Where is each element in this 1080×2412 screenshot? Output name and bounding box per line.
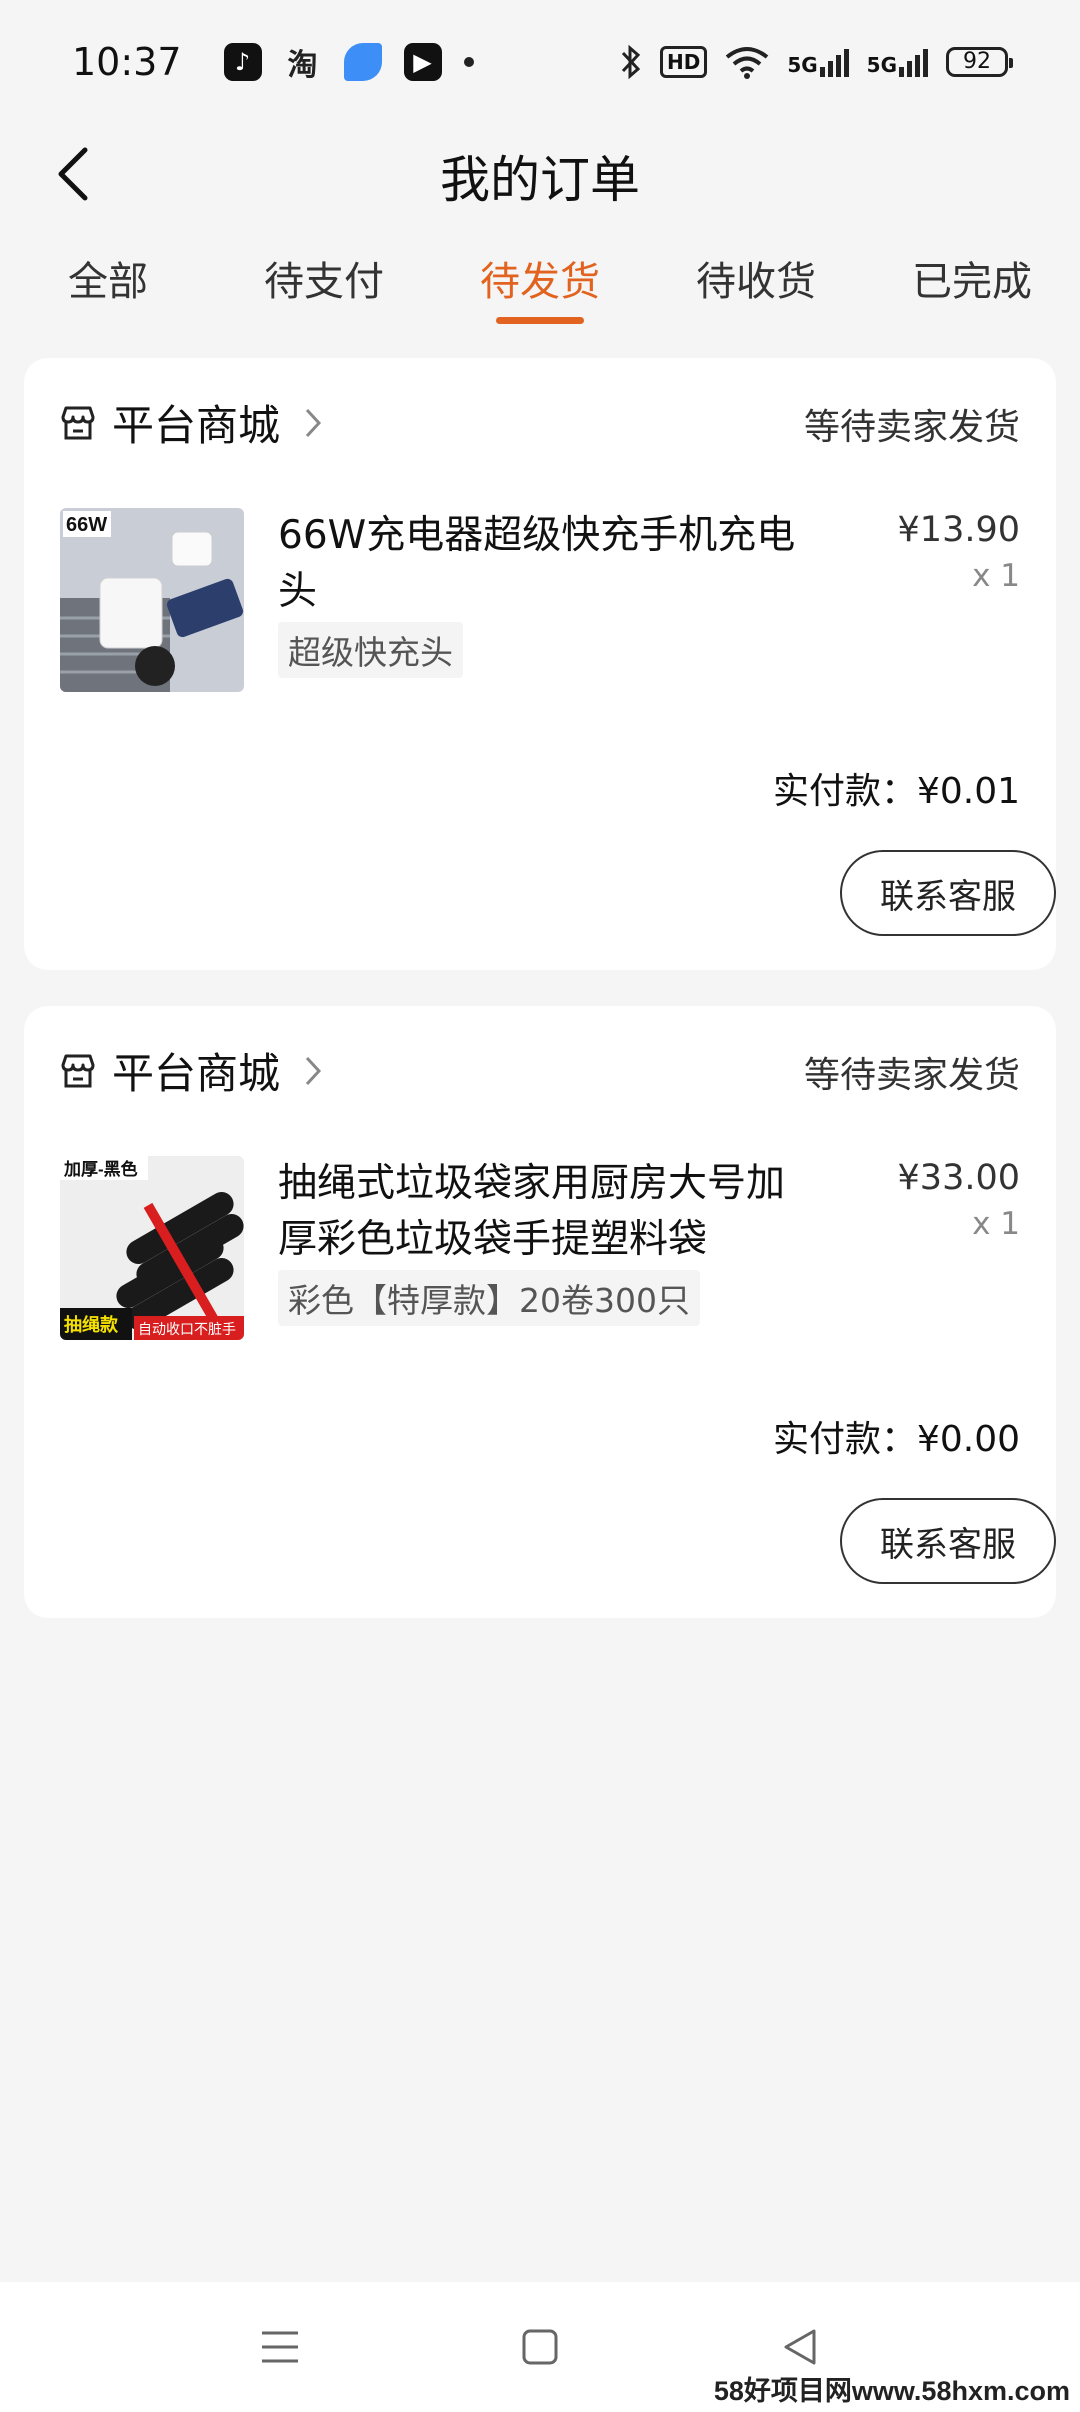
trash-bag-image: 加厚-黑色 抽绳款 自动收口不脏手 [60,1156,244,1340]
thumb-badge-3: 自动收口不脏手 [138,1321,236,1337]
bluetooth-icon [621,44,641,80]
order-card[interactable]: 平台商城 等待卖家发货 66W 66W充电器超级快充手机充电头 超级快充头 ¥1… [24,358,1056,970]
more-notifications-dot [463,57,474,67]
amount-paid: 实付款：¥0.01 [772,771,1020,812]
contact-service-button[interactable]: 联系客服 [840,850,1056,936]
blue-app-icon [343,43,382,81]
menu-icon [262,2331,298,2363]
thumb-badge-2: 抽绳款 [64,1314,119,1335]
charger-image: 66W [60,508,244,692]
clock: 10:37 [72,40,182,84]
product-sku: 超级快充头 [278,622,463,678]
product-title[interactable]: 66W充电器超级快充手机充电头 [278,508,798,620]
tab-pending-shipment[interactable]: 待发货 [432,244,648,324]
signal-2-icon: 5G [867,47,928,77]
back-nav-button[interactable] [770,2317,830,2377]
shop-name: 平台商城 [112,1049,281,1098]
product-thumbnail[interactable]: 66W [60,508,244,692]
home-icon [522,2329,558,2365]
status-bar: 10:37 ♪ 淘 ▶ HD 5G 5G 92 [0,0,1080,124]
signal-1-icon: 5G [787,47,849,77]
back-triangle-icon [784,2329,816,2365]
store-icon [61,406,95,439]
product-quantity: x 1 [972,1206,1020,1242]
product-sku: 彩色【特厚款】20卷300只 [278,1270,700,1326]
shop-link[interactable]: 平台商城 [58,392,324,453]
thumb-badge: 加厚-黑色 [63,1159,138,1179]
tab-pending-payment[interactable]: 待支付 [216,244,432,324]
product-thumbnail[interactable]: 加厚-黑色 抽绳款 自动收口不脏手 [60,1156,244,1340]
order-status: 等待卖家发货 [803,407,1020,448]
taobao-icon: 淘 [287,48,318,83]
tiktok-icon: ♪ [223,43,262,81]
thumb-badge: 66W [66,514,107,536]
page-title: 我的订单 [440,151,640,209]
wifi-icon [726,47,769,79]
tab-all[interactable]: 全部 [0,244,216,324]
order-card[interactable]: 平台商城 等待卖家发货 加厚-黑色 抽绳款 自动收口不脏手 抽绳式垃圾袋家用厨房… [24,1006,1056,1618]
product-title[interactable]: 抽绳式垃圾袋家用厨房大号加厚彩色垃圾袋手提塑料袋 [278,1156,798,1268]
order-tabs: 全部 待支付 待发货 待收货 已完成 [0,244,1080,324]
contact-service-button[interactable]: 联系客服 [840,1498,1056,1584]
order-status: 等待卖家发货 [803,1055,1020,1096]
menu-button[interactable] [250,2317,310,2377]
page-header: 我的订单 [0,124,1080,224]
home-button[interactable] [510,2317,570,2377]
video-app-icon: ▶ [403,43,442,81]
chevron-right-icon [305,408,322,437]
tab-pending-receipt[interactable]: 待收货 [648,244,864,324]
product-quantity: x 1 [972,558,1020,594]
hd-voice-icon: HD [659,46,708,78]
amount-paid: 实付款：¥0.00 [772,1419,1020,1460]
product-price: ¥33.00 [897,1158,1020,1198]
tab-completed[interactable]: 已完成 [864,244,1080,324]
shop-link[interactable]: 平台商城 [58,1040,324,1101]
shop-name: 平台商城 [112,401,281,450]
battery-icon: 92 [946,47,1013,77]
watermark: 58好项目网www.58hxm.com [713,2376,1070,2406]
chevron-right-icon [305,1056,322,1085]
store-icon [61,1054,95,1087]
product-price: ¥13.90 [897,510,1020,550]
